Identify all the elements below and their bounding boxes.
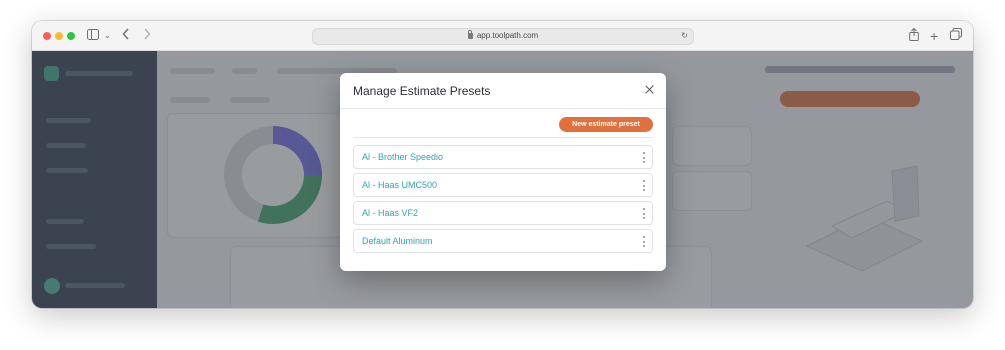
reload-icon[interactable]: ↻ [681,31,688,40]
more-options-icon[interactable] [642,152,645,163]
back-icon[interactable] [122,28,130,44]
preset-item[interactable]: Al - Haas UMC500 [353,173,653,197]
tab-overview-icon[interactable] [950,28,962,44]
list-divider [353,137,653,138]
lock-icon [467,30,473,39]
more-options-icon[interactable] [642,208,645,219]
preset-item[interactable]: Default Aluminum [353,229,653,253]
preset-label[interactable]: Al - Haas UMC500 [362,180,437,190]
preset-label[interactable]: Al - Brother Speedio [362,152,443,162]
preset-item[interactable]: Al - Haas VF2 [353,201,653,225]
page-viewport: Manage Estimate Presets New estimate pre… [32,51,973,308]
forward-icon[interactable] [143,28,151,44]
preset-item[interactable]: Al - Brother Speedio [353,145,653,169]
manage-presets-modal: Manage Estimate Presets New estimate pre… [340,73,666,271]
minimize-window-button[interactable] [55,32,63,40]
more-options-icon[interactable] [642,236,645,247]
browser-window: ⌄ app.toolpath.com ↻ + Manage Estimate P… [32,21,973,308]
address-bar[interactable]: app.toolpath.com ↻ [312,28,694,45]
new-estimate-preset-button[interactable]: New estimate preset [559,117,653,132]
close-window-button[interactable] [43,32,51,40]
share-icon[interactable] [909,27,919,44]
new-tab-icon[interactable]: + [930,28,938,44]
preset-label[interactable]: Al - Haas VF2 [362,208,418,218]
modal-title: Manage Estimate Presets [353,84,491,98]
modal-header-divider [340,108,666,109]
browser-toolbar: ⌄ app.toolpath.com ↻ + [32,21,973,51]
chevron-down-icon[interactable]: ⌄ [104,28,111,44]
zoom-window-button[interactable] [67,32,75,40]
close-icon[interactable] [644,84,656,96]
sidebar-toggle-icon[interactable] [87,28,99,44]
more-options-icon[interactable] [642,180,645,191]
url-text: app.toolpath.com [476,31,539,40]
preset-label[interactable]: Default Aluminum [362,236,433,246]
